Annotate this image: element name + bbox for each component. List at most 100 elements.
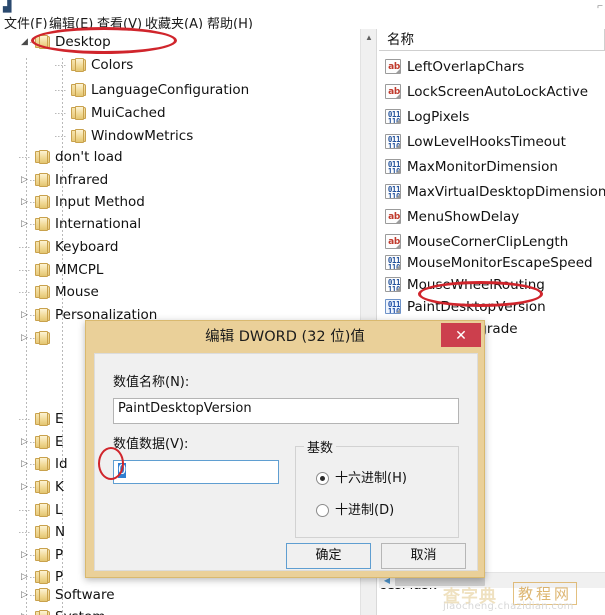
tree-item[interactable]: ▷ International xyxy=(0,213,360,236)
tree-connector xyxy=(19,292,30,293)
folder-icon xyxy=(35,457,50,471)
value-row-name: MouseMonitorEscapeSpeed xyxy=(407,255,593,271)
expander-closed-icon[interactable]: ▷ xyxy=(20,175,29,186)
tree-item-label: Colors xyxy=(91,57,134,73)
value-row[interactable]: ab MenuShowDelay xyxy=(379,205,605,229)
value-row-name: LogPixels xyxy=(407,109,470,125)
string-value-icon: ab xyxy=(385,84,401,99)
expander-closed-icon[interactable]: ▷ xyxy=(20,219,29,230)
expander-closed-icon[interactable]: ▷ xyxy=(20,310,29,321)
folder-icon xyxy=(71,83,86,97)
tree-item-label: LanguageConfiguration xyxy=(91,82,250,98)
value-name-input[interactable]: PaintDesktopVersion xyxy=(113,398,459,424)
dword-value-icon: 011 110 xyxy=(385,277,401,292)
tree-item-label: E xyxy=(55,411,64,427)
folder-icon xyxy=(35,570,50,584)
tree-item-label: International xyxy=(55,216,142,232)
tree-item[interactable]: ▷ Input Method xyxy=(0,191,360,214)
tree-item[interactable]: WindowMetrics xyxy=(0,125,360,148)
folder-icon xyxy=(35,610,50,615)
scroll-up-arrow-icon[interactable]: ▲ xyxy=(361,29,377,46)
value-row[interactable]: 011 110 MaxMonitorDimension xyxy=(379,155,605,179)
tree-item[interactable]: Mouse xyxy=(0,281,360,304)
tree-item-label: L xyxy=(55,502,63,518)
tree-connector xyxy=(55,65,66,66)
value-data-label: 数值数据(V): xyxy=(113,437,189,452)
expander-closed-icon[interactable]: ▷ xyxy=(20,197,29,208)
value-data-input[interactable]: 0 xyxy=(113,460,279,484)
expander-closed-icon[interactable]: ▷ xyxy=(20,550,29,561)
tree-item-label: MMCPL xyxy=(55,262,104,278)
dialog-body: 数值名称(N): PaintDesktopVersion 数值数据(V): 0 … xyxy=(94,353,478,571)
value-row-name: LockScreenAutoLockActive xyxy=(407,84,589,100)
tree-connector xyxy=(55,90,66,91)
tree-item-label: MuiCached xyxy=(91,105,166,121)
value-row-name: LowLevelHooksTimeout xyxy=(407,134,566,150)
radio-dot-icon xyxy=(316,504,329,517)
tree-item[interactable]: don't load xyxy=(0,146,360,169)
tree-item-label: Keyboard xyxy=(55,239,119,255)
tree-connector xyxy=(19,510,30,511)
value-row-name: MouseWheelRouting xyxy=(407,277,545,293)
values-column-header[interactable]: 名称 xyxy=(379,29,605,51)
expander-closed-icon[interactable]: ▷ xyxy=(20,459,29,470)
tree-item-label: K xyxy=(55,479,64,495)
tree-item-label: Mouse xyxy=(55,284,99,300)
value-name-label: 数值名称(N): xyxy=(113,375,190,390)
ok-button[interactable]: 确定 xyxy=(286,543,371,569)
expander-closed-icon[interactable]: ▷ xyxy=(20,333,29,344)
expander-open-icon[interactable]: ◢ xyxy=(20,37,29,48)
tree-item-label: WindowMetrics xyxy=(91,128,194,144)
window-icon: ▟ xyxy=(3,1,12,13)
expander-closed-icon[interactable]: ▷ xyxy=(20,590,29,601)
value-row[interactable]: ab LockScreenAutoLockActive xyxy=(379,80,605,104)
folder-icon xyxy=(35,412,50,426)
folder-icon xyxy=(35,285,50,299)
tree-item[interactable]: ▷System xyxy=(0,606,360,615)
folder-icon xyxy=(35,240,50,254)
folder-icon xyxy=(35,35,50,49)
value-row[interactable]: 011 110 MouseWheelRouting xyxy=(379,273,605,297)
value-row[interactable]: 011 110 MaxVirtualDesktopDimension xyxy=(379,180,605,204)
expander-closed-icon[interactable]: ▷ xyxy=(20,437,29,448)
folder-icon xyxy=(35,308,50,322)
folder-icon xyxy=(35,480,50,494)
tree-item[interactable]: Colors xyxy=(0,54,360,77)
tree-item[interactable]: MMCPL xyxy=(0,259,360,282)
string-value-icon: ab xyxy=(385,234,401,249)
tree-item[interactable]: ▷ Software xyxy=(0,584,360,607)
tree-item[interactable]: LanguageConfiguration xyxy=(0,79,360,102)
tree-connector xyxy=(55,136,66,137)
tree-item[interactable]: ◢ Desktop xyxy=(0,31,360,54)
string-value-icon: ab xyxy=(385,209,401,224)
tree-item-label: Desktop xyxy=(55,34,111,50)
folder-icon xyxy=(35,173,50,187)
value-row[interactable]: 011 110 LogPixels xyxy=(379,105,605,129)
expander-closed-icon[interactable]: ▷ xyxy=(20,572,29,583)
tree-item-label: System xyxy=(55,608,105,615)
value-row-name: MouseCornerClipLength xyxy=(407,234,569,250)
tree-item[interactable]: Keyboard xyxy=(0,236,360,259)
dialog-title: 编辑 DWORD (32 位)值 xyxy=(205,329,365,345)
tree-item-label: E xyxy=(55,434,64,450)
tree-item[interactable]: ▷ Infrared xyxy=(0,169,360,192)
value-row[interactable]: 011 110 PaintDesktopVersion xyxy=(379,295,605,319)
value-row[interactable]: 011 110 MouseMonitorEscapeSpeed xyxy=(379,251,605,275)
folder-icon xyxy=(35,435,50,449)
dword-value-icon: 011 110 xyxy=(385,255,401,270)
close-icon[interactable]: ✕ xyxy=(441,323,481,347)
tree-item-label: N xyxy=(55,524,66,540)
expander-closed-icon[interactable]: ▷ xyxy=(20,482,29,493)
dword-value-icon: 011 110 xyxy=(385,159,401,174)
edit-dword-dialog: 编辑 DWORD (32 位)值 ✕ 数值名称(N): PaintDesktop… xyxy=(85,320,485,578)
value-row-name: MenuShowDelay xyxy=(407,209,520,225)
folder-icon xyxy=(35,588,50,602)
base-groupbox: 基数 十六进制(H) 十进制(D) xyxy=(295,437,459,538)
tree-item-label: Infrared xyxy=(55,172,109,188)
value-row[interactable]: ab LeftOverlapChars xyxy=(379,55,605,79)
cancel-button[interactable]: 取消 xyxy=(381,543,466,569)
tree-item[interactable]: MuiCached xyxy=(0,102,360,125)
folder-icon xyxy=(71,58,86,72)
value-row[interactable]: 011 110 LowLevelHooksTimeout xyxy=(379,130,605,154)
watermark-url: jiaocheng.chazidian.com xyxy=(443,601,574,612)
